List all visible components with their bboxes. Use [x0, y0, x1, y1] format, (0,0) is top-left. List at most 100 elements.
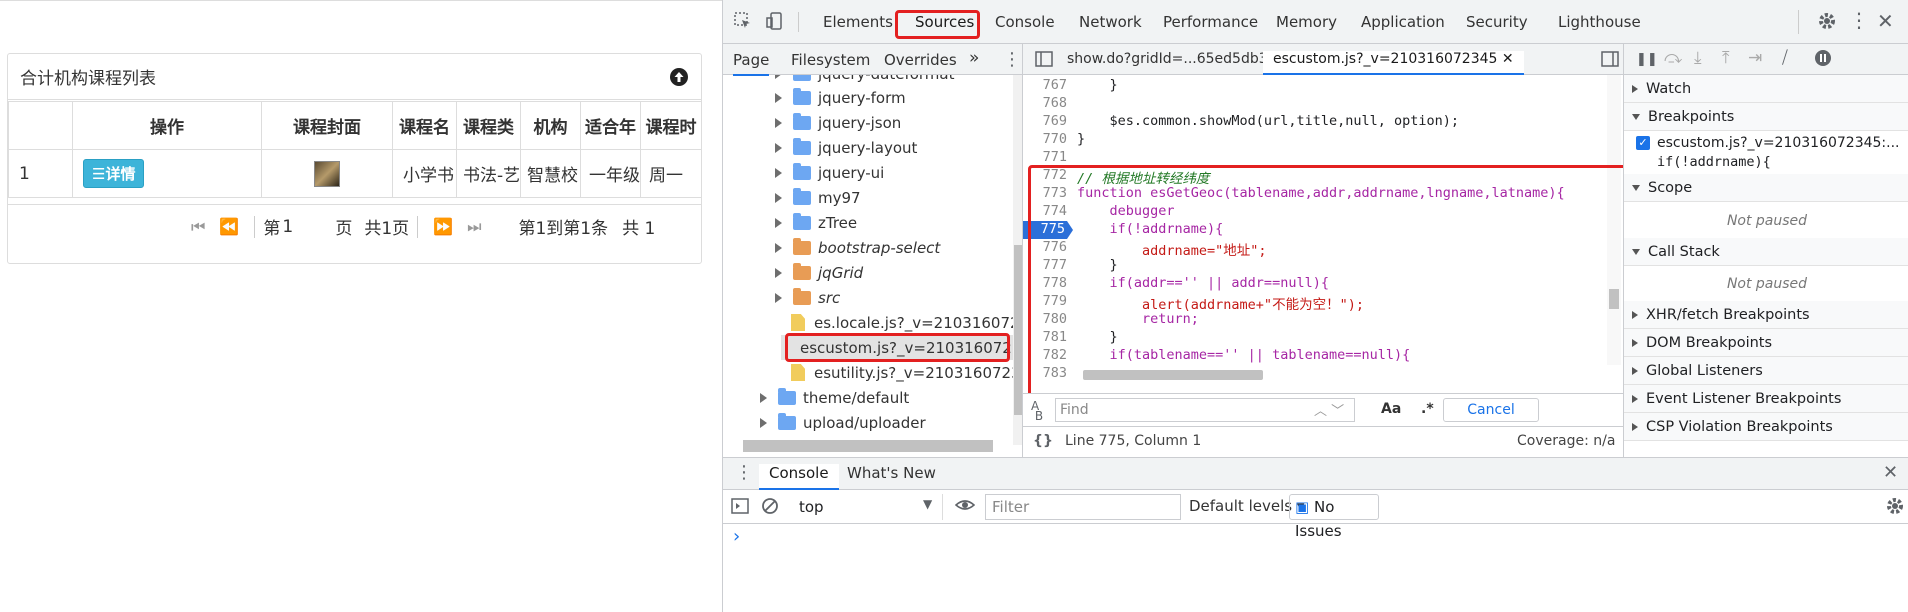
tab-elements[interactable]: Elements [823, 13, 893, 31]
tree-item[interactable]: jquery-ui [775, 160, 884, 185]
breakpoint-checkbox[interactable]: ✓ [1636, 136, 1650, 150]
column-header[interactable]: 课程类 [456, 101, 521, 150]
cancel-button[interactable]: Cancel [1443, 398, 1539, 422]
tree-item[interactable]: upload/uploader [760, 410, 926, 435]
issues-button[interactable]: ▣ No Issues [1289, 494, 1379, 540]
clear-console-icon[interactable] [761, 497, 779, 515]
age-cell: 一年级 [580, 149, 641, 198]
column-header[interactable]: 适合年 [580, 101, 641, 150]
step-icon[interactable]: ⇥ [1748, 48, 1762, 68]
eye-icon[interactable] [955, 496, 975, 514]
tree-item[interactable]: my97 [775, 185, 861, 210]
drawer-menu-icon[interactable]: ⋮ [735, 462, 753, 483]
tree-item[interactable]: esutility.js?_v=210316072345 [791, 360, 1022, 385]
tree-scrollbar[interactable] [1013, 75, 1022, 445]
section-xhr-breakpoints[interactable]: XHR/fetch Breakpoints [1624, 301, 1908, 329]
tab-filesystem[interactable]: Filesystem [791, 51, 870, 69]
tree-item[interactable]: jquery-json [775, 110, 901, 135]
section-call-stack[interactable]: Call Stack [1624, 238, 1908, 266]
section-dom-breakpoints[interactable]: DOM Breakpoints [1624, 329, 1908, 357]
tab-console[interactable]: Console [995, 13, 1055, 31]
console-prompt[interactable]: › [733, 526, 740, 547]
tab-memory[interactable]: Memory [1276, 13, 1337, 31]
console-settings-icon[interactable] [1885, 496, 1905, 516]
tab-network[interactable]: Network [1079, 13, 1142, 31]
tree-item[interactable]: src [775, 285, 840, 310]
find-bar: A B Find ︿ ﹀ Aa .* Cancel [1023, 393, 1623, 426]
regex-button[interactable]: .* [1421, 401, 1434, 417]
tab-performance[interactable]: Performance [1163, 13, 1258, 31]
step-into-icon[interactable]: ⤓ [1694, 48, 1702, 68]
find-input[interactable]: Find ︿ ﹀ [1055, 398, 1355, 422]
replace-toggle-icon[interactable]: A B [1031, 400, 1043, 422]
tab-page[interactable]: Page [733, 51, 770, 76]
course-table: 操作 课程封面 课程名 课程类 机构 适合年 课程时 1 ☰详情 小学书 书法-… [8, 101, 702, 198]
more-options-icon[interactable]: ⋮ [1849, 10, 1869, 30]
prev-page-icon[interactable]: ⏪ [219, 217, 239, 236]
section-global-listeners[interactable]: Global Listeners [1624, 357, 1908, 385]
column-header[interactable]: 课程名 [392, 101, 457, 150]
table-row[interactable]: 1 ☰详情 小学书 书法-艺 智慧校 一年级 周一 [8, 149, 702, 198]
tree-item[interactable]: zTree [775, 210, 857, 235]
code-line[interactable]: 768 [1023, 95, 1603, 113]
log-levels-dropdown[interactable]: Default levels ▾ [1189, 497, 1304, 515]
code-line[interactable]: 767 } [1023, 77, 1603, 95]
collapse-icon[interactable] [669, 67, 689, 87]
more-tabs-icon[interactable]: » [969, 48, 979, 68]
tab-security[interactable]: Security [1466, 13, 1528, 31]
deactivate-breakpoints-icon[interactable]: ⧸ [1782, 48, 1788, 68]
section-event-listener-breakpoints[interactable]: Event Listener Breakpoints [1624, 385, 1908, 413]
close-icon[interactable]: ✕ [1877, 9, 1894, 33]
column-header[interactable]: 课程封面 [261, 101, 393, 150]
tree-item[interactable]: bootstrap-select [775, 235, 940, 260]
page-number-input[interactable]: 1 [280, 217, 335, 237]
column-header[interactable]: 操作 [72, 101, 262, 150]
match-case-button[interactable]: Aa [1381, 401, 1401, 417]
pause-icon[interactable]: ❚❚ [1636, 52, 1658, 67]
code-line[interactable]: 770} [1023, 131, 1603, 149]
last-page-icon[interactable]: ⏭ [467, 217, 481, 237]
section-csp-violation-breakpoints[interactable]: CSP Violation Breakpoints [1624, 413, 1908, 441]
breakpoint-location[interactable]: escustom.js?_v=210316072345:... [1657, 135, 1900, 151]
toggle-debugger-icon[interactable] [1601, 51, 1619, 67]
device-toggle-icon[interactable] [766, 12, 784, 30]
column-header[interactable]: 课程时 [640, 101, 702, 150]
first-page-icon[interactable]: ⏮ [191, 217, 205, 237]
tree-item[interactable]: jqGrid [775, 260, 863, 285]
close-drawer-icon[interactable]: ✕ [1883, 462, 1898, 483]
tree-item[interactable]: theme/default [760, 385, 909, 410]
sidebar-toggle-icon[interactable] [731, 498, 749, 514]
section-watch[interactable]: Watch [1624, 75, 1908, 103]
find-prev-next-icon[interactable]: ︿ ﹀ [1314, 400, 1344, 419]
section-breakpoints[interactable]: Breakpoints [1624, 103, 1908, 131]
tab-overrides[interactable]: Overrides [884, 51, 957, 69]
section-scope[interactable]: Scope [1624, 174, 1908, 202]
tab-application[interactable]: Application [1361, 13, 1445, 31]
tree-hscrollbar[interactable] [743, 440, 993, 452]
devtools: Elements Sources Console Network Perform… [722, 0, 1908, 612]
coverage-status: Coverage: n/a [1517, 433, 1616, 449]
tree-item[interactable]: es.locale.js?_v=210316072345 [791, 310, 1022, 335]
pretty-print-button[interactable]: {} [1033, 433, 1053, 449]
pause-on-exceptions-icon[interactable] [1814, 49, 1832, 67]
column-header[interactable]: 机构 [520, 101, 581, 150]
breakpoint-code: if(!addrname){ [1657, 154, 1771, 170]
step-over-icon[interactable]: ⤼ [1664, 48, 1682, 68]
step-out-icon[interactable]: ⤒ [1722, 48, 1730, 68]
drawer-tab-whats-new[interactable]: What's New [847, 464, 936, 482]
gear-icon[interactable] [1817, 11, 1837, 31]
navigator-menu-icon[interactable]: ⋮ [1003, 49, 1021, 70]
code-line[interactable]: 769 $es.common.showMod(url,title,null, o… [1023, 113, 1603, 131]
detail-button[interactable]: ☰详情 [83, 159, 145, 188]
inspect-icon[interactable] [734, 12, 752, 30]
toggle-navigator-icon[interactable] [1035, 51, 1053, 67]
tree-item[interactable]: jquery-form [775, 85, 906, 110]
context-selector[interactable]: top ▼ [789, 494, 943, 520]
tree-item[interactable]: jquery-layout [775, 135, 917, 160]
editor-tab-escustom[interactable]: escustom.js?_v=210316072345 ✕ [1263, 51, 1524, 75]
close-tab-icon[interactable]: ✕ [1502, 51, 1514, 67]
next-page-icon[interactable]: ⏩ [433, 217, 453, 236]
drawer-tab-console[interactable]: Console [759, 464, 839, 490]
tab-lighthouse[interactable]: Lighthouse [1558, 13, 1641, 31]
filter-input[interactable]: Filter [985, 494, 1181, 520]
